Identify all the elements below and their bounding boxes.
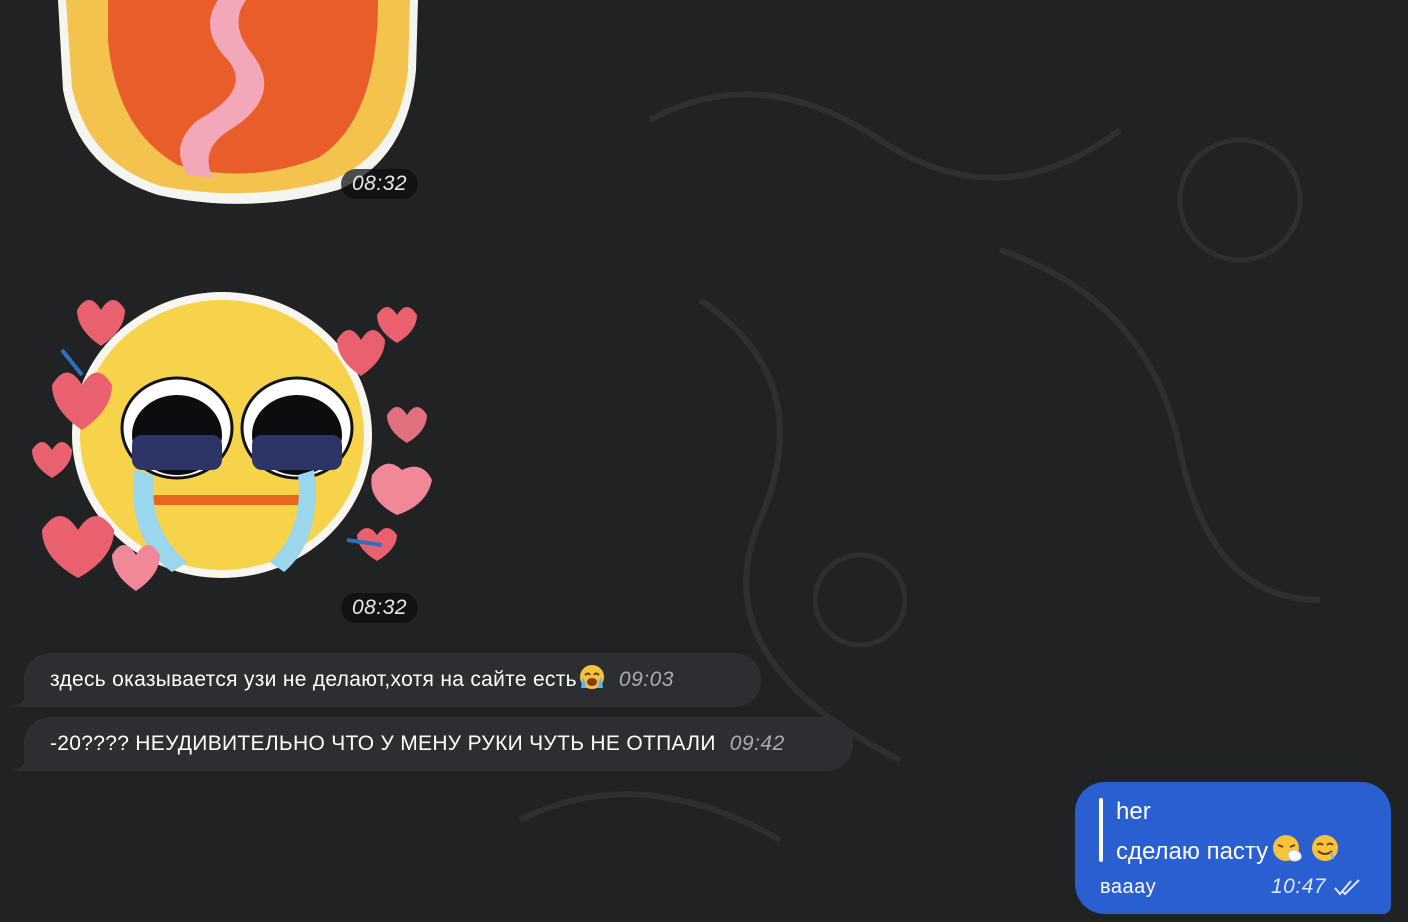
incoming-message-1[interactable]: здесь оказывается узи не делают,хотя на … [12, 653, 761, 707]
reply-preview[interactable]: сделаю пасту [1116, 833, 1340, 870]
chat-area[interactable]: 08:32 08:32 здесь оказывается узи не дел… [0, 0, 1408, 922]
read-double-check-icon [1334, 879, 1360, 896]
loudly-crying-face-icon [579, 664, 605, 696]
incoming-message-2[interactable]: -20???? НЕУДИВИТЕЛЬНО ЧТО У МЕНУ РУКИ ЧУ… [12, 717, 853, 771]
sticker-message-2[interactable] [22, 290, 442, 600]
message-text: здесь оказывается узи не делают,хотя на … [50, 668, 577, 691]
message-text: -20???? НЕУДИВИТЕЛЬНО ЧТО У МЕНУ РУКИ ЧУ… [50, 732, 716, 755]
drooling-smile-face-icon [1310, 833, 1340, 870]
bubble-tail [12, 687, 32, 707]
sneezing-face-icon [1270, 833, 1304, 870]
sticker-1-time: 08:32 [341, 169, 419, 199]
outgoing-message[interactable]: her сделаю пасту ваааy 10:47 [1075, 782, 1391, 914]
message-text: ваааy [1100, 876, 1157, 898]
reply-text: сделаю пасту [1116, 837, 1269, 865]
message-time: 10:47 [1271, 875, 1327, 898]
reply-quote-bar [1099, 798, 1103, 862]
teary-emoji-hearts-sticker [32, 292, 432, 591]
message-time: 09:03 [618, 668, 674, 691]
sticker-2-time: 08:32 [341, 593, 419, 623]
message-time: 09:42 [729, 732, 785, 755]
bubble-tail [12, 751, 32, 771]
reply-author[interactable]: her [1116, 798, 1151, 826]
